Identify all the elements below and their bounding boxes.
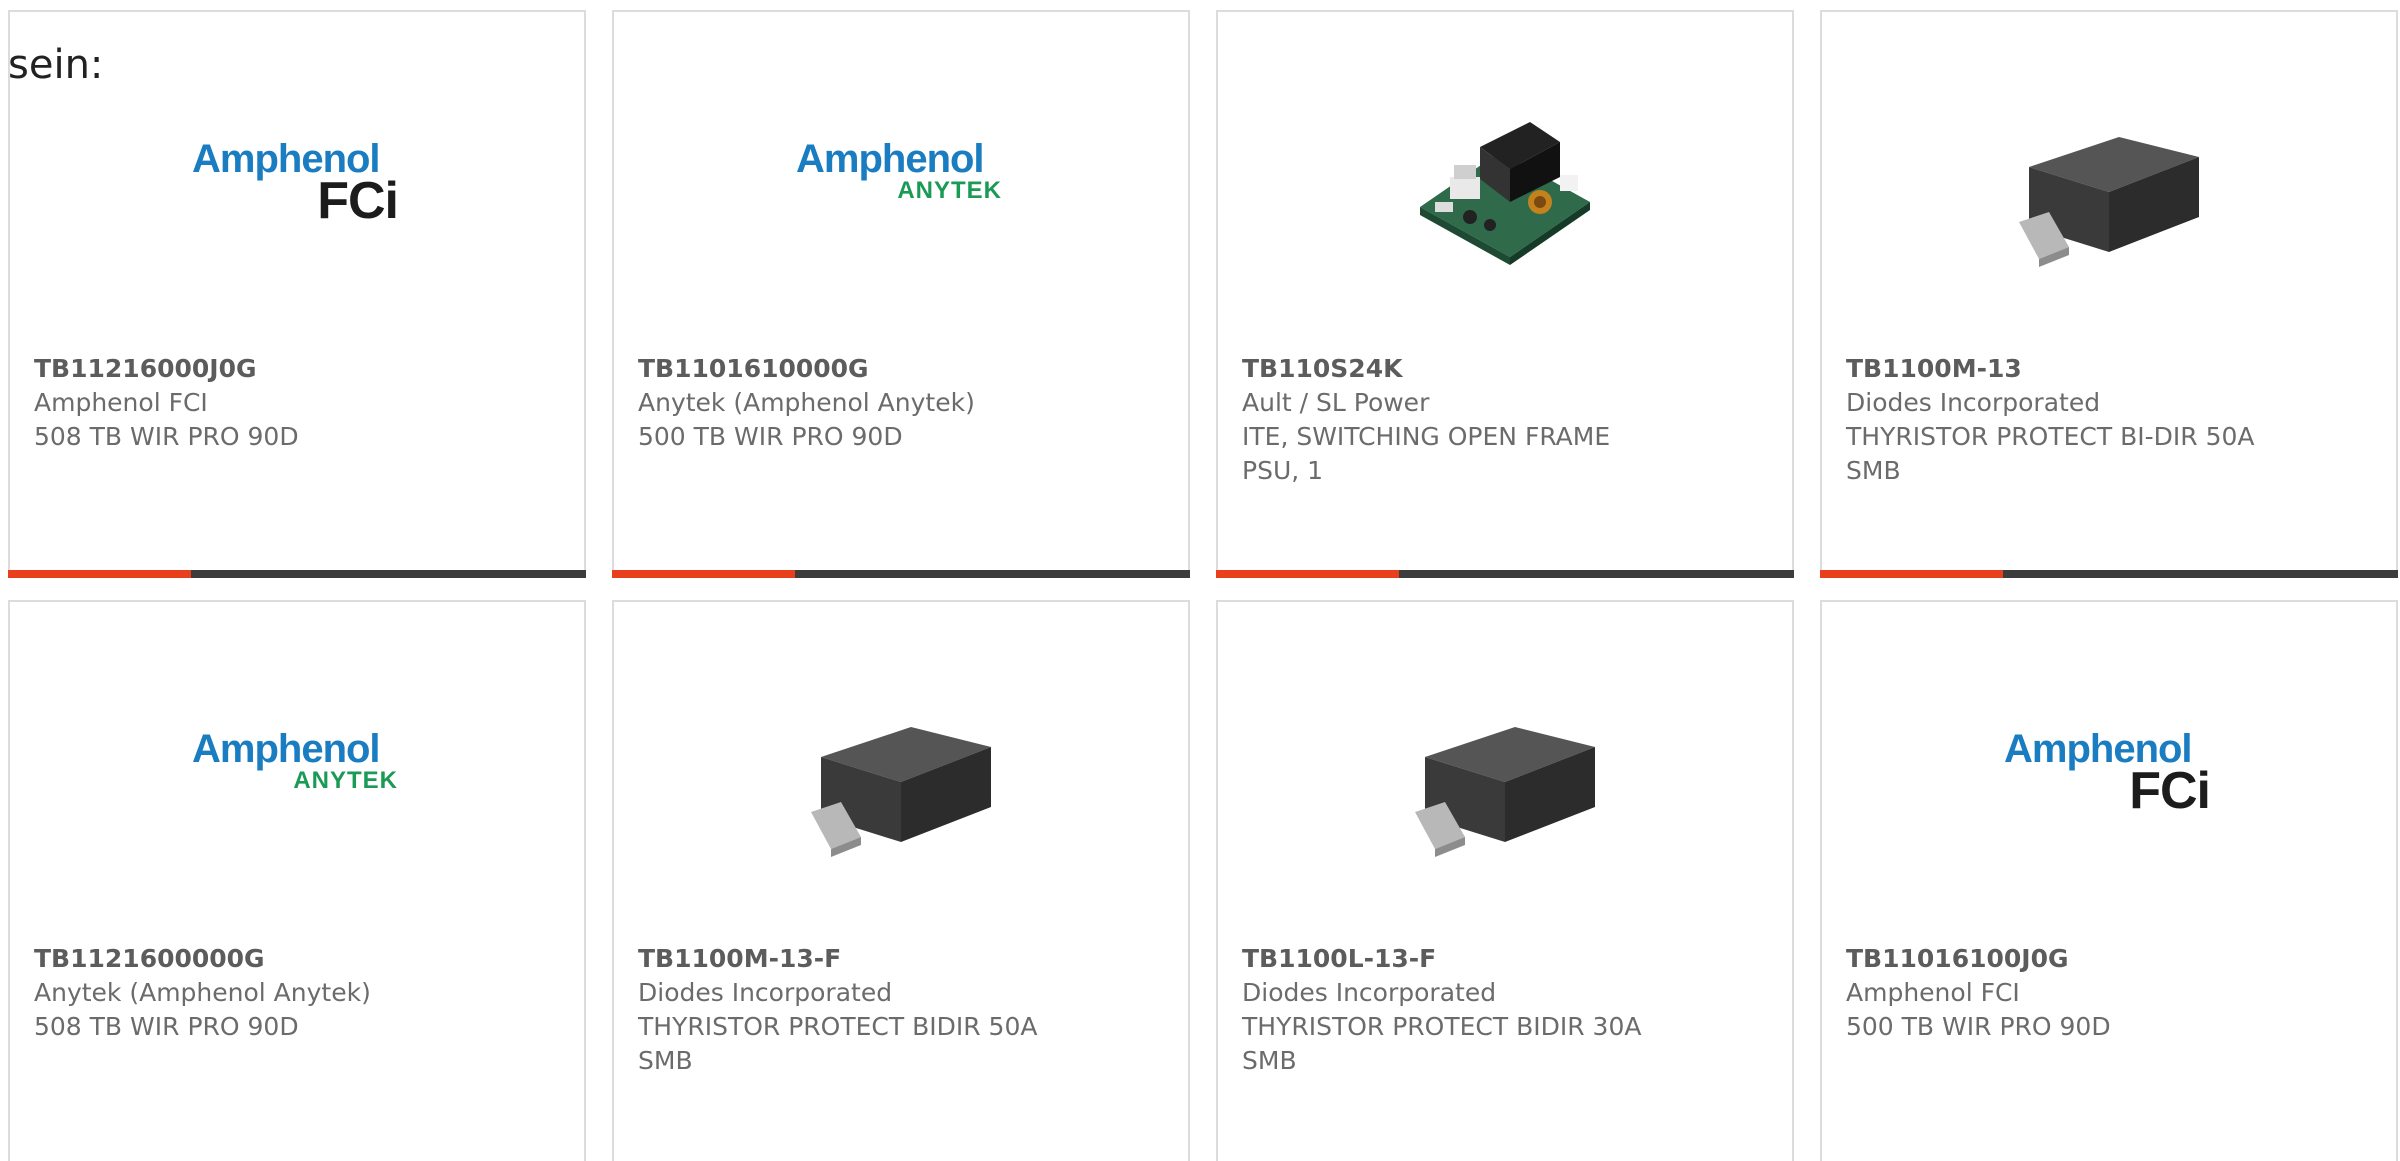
- product-image: [614, 672, 1188, 882]
- manufacturer: Diodes Incorporated: [1242, 978, 1497, 1007]
- manufacturer: Amphenol FCI: [1846, 978, 2020, 1007]
- part-number[interactable]: TB110S24K: [1242, 352, 1768, 386]
- part-number[interactable]: TB1100M-13-F: [638, 942, 1164, 976]
- intro-text: sein:: [8, 42, 104, 88]
- product-image: [1218, 82, 1792, 292]
- card-footer-bar: [1820, 570, 2398, 578]
- product-card[interactable]: Amphenol ANYTEK TB1101610000G Anytek (Am…: [612, 10, 1190, 578]
- product-info: TB11016100J0G Amphenol FCI 500 TB WIR PR…: [1846, 942, 2372, 1044]
- product-card[interactable]: TB110S24K Ault / SL Power ITE, SWITCHING…: [1216, 10, 1794, 578]
- product-info: TB11216000J0G Amphenol FCI 508 TB WIR PR…: [34, 352, 560, 454]
- amphenol-anytek-logo: Amphenol ANYTEK: [192, 727, 398, 794]
- smb-package-image: [811, 727, 991, 857]
- product-card[interactable]: Amphenol FCi TB11216000J0G Amphenol FCI …: [8, 10, 586, 578]
- card-footer-accent: [8, 570, 191, 578]
- description-line-2: SMB: [1242, 1046, 1297, 1075]
- part-number[interactable]: TB1100L-13-F: [1242, 942, 1768, 976]
- description: 508 TB WIR PRO 90D: [34, 1012, 299, 1041]
- part-number[interactable]: TB1100M-13: [1846, 352, 2372, 386]
- product-card[interactable]: Amphenol ANYTEK TB1121600000G Anytek (Am…: [8, 600, 586, 1161]
- description: ITE, SWITCHING OPEN FRAME: [1242, 422, 1611, 451]
- description: THYRISTOR PROTECT BI-DIR 50A: [1846, 422, 2255, 451]
- amphenol-fci-logo: Amphenol FCi: [192, 137, 399, 230]
- product-info: TB1121600000G Anytek (Amphenol Anytek) 5…: [34, 942, 560, 1044]
- card-footer-accent: [1820, 570, 2003, 578]
- part-number[interactable]: TB1121600000G: [34, 942, 560, 976]
- card-footer-accent: [1216, 570, 1399, 578]
- manufacturer: Amphenol FCI: [34, 388, 208, 417]
- product-image: Amphenol ANYTEK: [614, 82, 1188, 292]
- card-footer-accent: [612, 570, 795, 578]
- product-info: TB110S24K Ault / SL Power ITE, SWITCHING…: [1242, 352, 1768, 488]
- product-info: TB1100L-13-F Diodes Incorporated THYRIST…: [1242, 942, 1768, 1078]
- product-image: Amphenol FCi: [1822, 672, 2396, 882]
- power-supply-board-image: [1420, 122, 1590, 265]
- product-card[interactable]: TB1100M-13 Diodes Incorporated THYRISTOR…: [1820, 10, 2398, 578]
- manufacturer: Diodes Incorporated: [1846, 388, 2101, 417]
- card-footer-bar: [8, 570, 586, 578]
- product-card[interactable]: TB1100L-13-F Diodes Incorporated THYRIST…: [1216, 600, 1794, 1161]
- part-number[interactable]: TB11216000J0G: [34, 352, 560, 386]
- description: THYRISTOR PROTECT BIDIR 30A: [1242, 1012, 1642, 1041]
- product-info: TB1100M-13-F Diodes Incorporated THYRIST…: [638, 942, 1164, 1078]
- card-footer-bar: [612, 570, 1190, 578]
- smb-package-image: [1415, 727, 1595, 857]
- manufacturer: Anytek (Amphenol Anytek): [34, 978, 371, 1007]
- description: THYRISTOR PROTECT BIDIR 50A: [638, 1012, 1038, 1041]
- description-line-2: PSU, 1: [1242, 456, 1324, 485]
- product-card[interactable]: TB1100M-13-F Diodes Incorporated THYRIST…: [612, 600, 1190, 1161]
- product-image: [1822, 82, 2396, 292]
- description-line-2: SMB: [1846, 456, 1901, 485]
- manufacturer: Ault / SL Power: [1242, 388, 1430, 417]
- product-image: Amphenol ANYTEK: [10, 672, 584, 882]
- card-footer-bar: [1216, 570, 1794, 578]
- part-number[interactable]: TB11016100J0G: [1846, 942, 2372, 976]
- product-info: TB1100M-13 Diodes Incorporated THYRISTOR…: [1846, 352, 2372, 488]
- description: 500 TB WIR PRO 90D: [1846, 1012, 2111, 1041]
- product-image: Amphenol FCi: [10, 82, 584, 292]
- description-line-2: SMB: [638, 1046, 693, 1075]
- product-listing-page: sein: Amphenol FCi TB11216000J0G Ampheno…: [0, 0, 2400, 1161]
- amphenol-anytek-logo: Amphenol ANYTEK: [796, 137, 1002, 204]
- description: 508 TB WIR PRO 90D: [34, 422, 299, 451]
- product-info: TB1101610000G Anytek (Amphenol Anytek) 5…: [638, 352, 1164, 454]
- description: 500 TB WIR PRO 90D: [638, 422, 903, 451]
- product-image: [1218, 672, 1792, 882]
- smb-package-image: [2019, 137, 2199, 267]
- manufacturer: Anytek (Amphenol Anytek): [638, 388, 975, 417]
- amphenol-fci-logo: Amphenol FCi: [2004, 727, 2211, 820]
- manufacturer: Diodes Incorporated: [638, 978, 893, 1007]
- part-number[interactable]: TB1101610000G: [638, 352, 1164, 386]
- product-card[interactable]: Amphenol FCi TB11016100J0G Amphenol FCI …: [1820, 600, 2398, 1161]
